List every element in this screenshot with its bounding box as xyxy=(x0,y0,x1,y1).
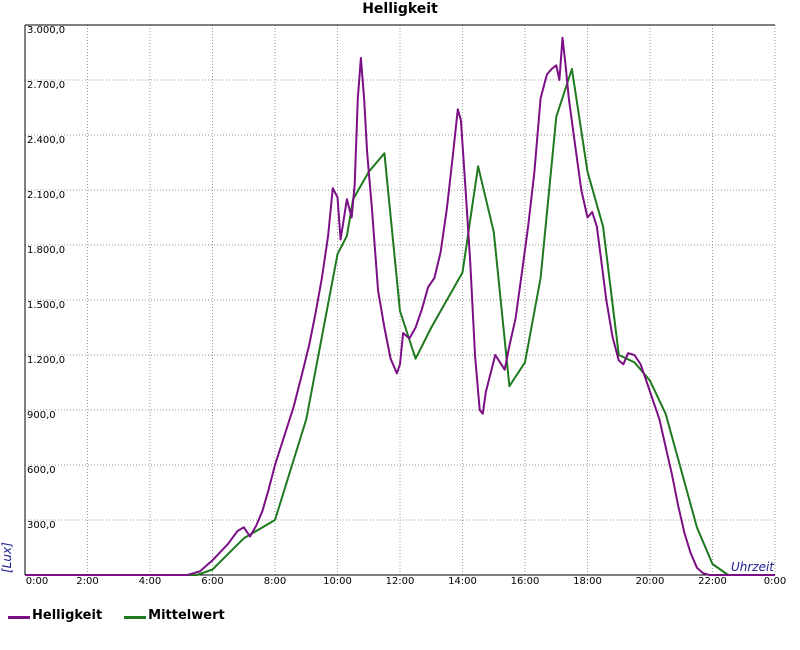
x-tick-label: 16:00 xyxy=(511,576,540,587)
x-tick-label: 0:00 xyxy=(764,576,786,587)
legend: Helligkeit Mittelwert xyxy=(8,608,225,623)
y-tick-label: 900,0 xyxy=(27,410,56,421)
y-tick-label: 300,0 xyxy=(27,520,56,531)
x-tick-label: 4:00 xyxy=(139,576,161,587)
x-tick-label: 22:00 xyxy=(698,576,727,587)
legend-item-helligkeit: Helligkeit xyxy=(8,608,102,623)
x-tick-label: 6:00 xyxy=(201,576,223,587)
y-tick-label: 600,0 xyxy=(27,465,56,476)
x-tick-label: 0:00 xyxy=(26,576,48,587)
x-tick-label: 18:00 xyxy=(573,576,602,587)
legend-item-mittelwert: Mittelwert xyxy=(124,608,225,623)
y-tick-label: 1.500,0 xyxy=(27,300,65,311)
x-tick-label: 20:00 xyxy=(636,576,665,587)
x-tick-label: 10:00 xyxy=(323,576,352,587)
x-tick-label: 8:00 xyxy=(264,576,286,587)
y-tick-label: 1.800,0 xyxy=(27,245,65,256)
x-axis-ticks: 0:00 2:00 4:00 6:00 8:00 10:00 12:00 14:00 16:00… xyxy=(26,576,786,587)
chart-title: Helligkeit xyxy=(362,1,438,17)
x-tick-label: 12:00 xyxy=(386,576,415,587)
grid-lines xyxy=(25,24,776,575)
y-axis-label: [Lux] xyxy=(0,542,14,573)
y-tick-label: 2.400,0 xyxy=(27,135,65,146)
legend-swatch-mittelwert xyxy=(124,615,147,619)
x-axis-label: Uhrzeit xyxy=(731,560,775,574)
chart-svg: Helligkeit 300,0 600,0 900,0 1.200,0 1.500,0… xyxy=(0,1,786,587)
legend-swatch-helligkeit xyxy=(8,615,30,619)
y-tick-label: 1.200,0 xyxy=(27,355,65,366)
x-tick-label: 2:00 xyxy=(76,576,98,587)
legend-label-helligkeit: Helligkeit xyxy=(32,608,103,623)
y-axis-ticks: 300,0 600,0 900,0 1.200,0 1.500,0 1.800,0 2.10… xyxy=(27,25,65,531)
y-tick-label: 2.700,0 xyxy=(27,80,65,91)
x-tick-label: 14:00 xyxy=(448,576,477,587)
y-tick-label: 3.000,0 xyxy=(27,25,65,36)
y-tick-label: 2.100,0 xyxy=(27,190,65,201)
legend-label-mittelwert: Mittelwert xyxy=(148,608,225,623)
